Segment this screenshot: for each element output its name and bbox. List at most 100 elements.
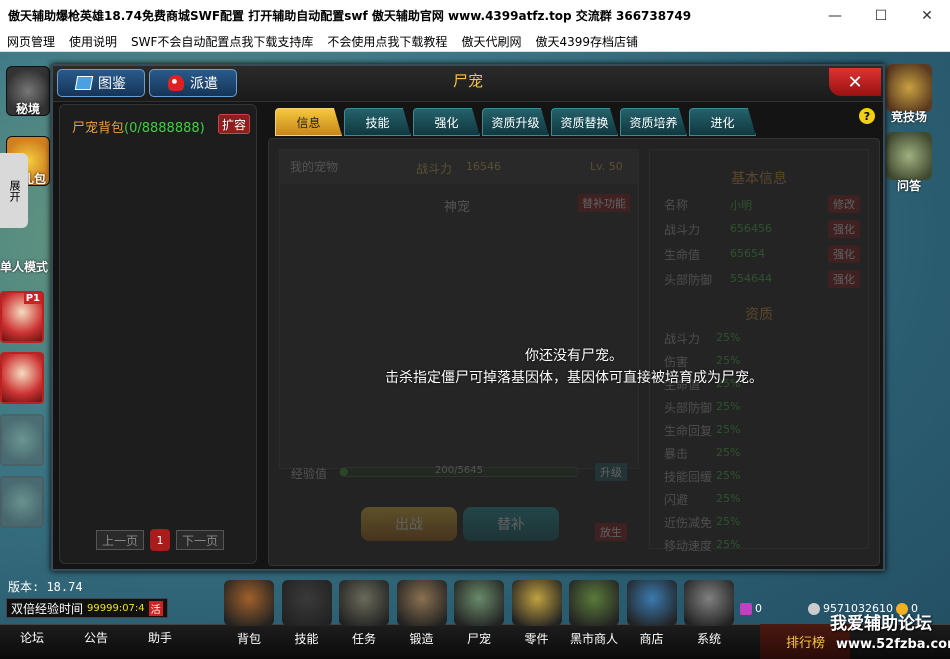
expand-side-button[interactable]: 展开 — [0, 153, 28, 228]
basic-info-action-button[interactable]: 强化 — [828, 270, 860, 288]
bottom-icon-label[interactable]: 技能 — [282, 630, 332, 647]
pet-name: 神宠 — [444, 200, 471, 215]
menu-item-page-manage[interactable]: 网页管理 — [0, 33, 62, 50]
window-controls: — ☐ ✕ — [812, 0, 950, 31]
tab-enhance[interactable]: 强化 — [413, 108, 480, 136]
expand-bag-button[interactable]: 扩容 — [218, 114, 250, 134]
basic-info-value: 656456 — [730, 222, 772, 235]
nav-announcement[interactable]: 公告 — [84, 629, 108, 646]
pet-bag-pager: 上一页 1 下一页 — [96, 529, 224, 551]
zombie-pet-dialog: 尸宠 图鉴 派遣 ✕ ? 尸宠背包(0/8888888) 扩容 上一页 1 下一… — [51, 64, 885, 571]
aptitude-label: 闪避 — [664, 493, 689, 507]
window-title: 傲天辅助爆枪英雄18.74免费商城SWF配置 打开辅助自动配置swf 傲天辅助官… — [8, 9, 692, 23]
menu-item-proxy-site[interactable]: 傲天代刷网 — [454, 33, 528, 50]
basic-info-value: 小明 — [730, 199, 752, 212]
bottom-icon-label[interactable]: 商店 — [627, 630, 677, 647]
dialog-close-button[interactable]: ✕ — [829, 68, 881, 96]
close-window-button[interactable]: ✕ — [904, 0, 950, 31]
power-value: 16546 — [466, 160, 501, 173]
locked-avatar-2[interactable] — [0, 476, 44, 528]
arena-icon[interactable] — [886, 64, 932, 112]
secret-realm-icon[interactable]: 秘境 — [6, 66, 50, 116]
power-label: 战斗力 — [416, 162, 453, 176]
qa-label[interactable]: 问答 — [882, 177, 936, 194]
basic-info-label: 生命值 — [664, 248, 701, 262]
bottom-icon-label[interactable]: 系统 — [684, 630, 734, 647]
tab-aptitude-replace[interactable]: 资质替换 — [551, 108, 618, 136]
bottom-icon-label[interactable]: 背包 — [224, 630, 274, 647]
empty-message-line1: 你还没有尸宠。 — [525, 348, 623, 364]
minimize-button[interactable]: — — [812, 0, 858, 31]
aptitude-label: 技能回缓 — [664, 470, 713, 484]
zombie-pet-icon[interactable] — [454, 580, 504, 626]
aptitude-value: 25% — [716, 331, 741, 344]
xp-bar-fill — [340, 468, 349, 476]
watermark-title: 我爱辅助论坛 — [830, 614, 932, 634]
menu-item-download-support[interactable]: SWF不会自动配置点我下载支持库 — [124, 33, 320, 50]
empty-pet-message: 你还没有尸宠。 击杀指定僵尸可掉落基因体，基因体可直接被培育成为尸宠。 — [269, 345, 879, 389]
maximize-button[interactable]: ☐ — [858, 0, 904, 31]
qa-zombie-icon[interactable] — [886, 132, 932, 180]
menu-item-save-shop[interactable]: 傲天4399存档店铺 — [528, 33, 645, 50]
bottom-icon-label[interactable]: 黑市商人 — [569, 630, 619, 647]
basic-info-action-button[interactable]: 强化 — [828, 245, 860, 263]
backpack-icon[interactable] — [224, 580, 274, 626]
pet-display-box: 我的宠物 战斗力 16546 Lv. 50 神宠 替补功能 — [279, 149, 639, 469]
aptitude-value: 25% — [716, 400, 741, 413]
pet-bag-count: (0/8888888) — [124, 121, 205, 136]
next-page-button[interactable]: 下一页 — [176, 530, 224, 550]
substitute-button[interactable]: 替补 — [463, 507, 559, 541]
aptitude-value: 25% — [716, 446, 741, 459]
upgrade-button[interactable]: 升级 — [595, 463, 627, 481]
tab-aptitude-train[interactable]: 资质培养 — [620, 108, 687, 136]
bottom-icon-label[interactable]: 尸宠 — [454, 630, 504, 647]
release-button[interactable]: 放生 — [595, 523, 627, 541]
page-number: 1 — [150, 529, 170, 551]
p1-badge: P1 — [23, 293, 42, 304]
arena-label[interactable]: 竞技场 — [882, 108, 936, 125]
help-icon[interactable]: ? — [859, 108, 875, 124]
nav-assistant[interactable]: 助手 — [148, 629, 172, 646]
shop-icon[interactable] — [626, 580, 677, 626]
basic-info-action-button[interactable]: 修改 — [828, 195, 860, 213]
hammer-icon[interactable] — [396, 580, 447, 626]
tab-skills[interactable]: 技能 — [344, 108, 411, 136]
player1-avatar[interactable]: P1 — [0, 291, 44, 343]
player2-avatar[interactable] — [0, 352, 44, 404]
tab-aptitude-upgrade[interactable]: 资质升级 — [482, 108, 549, 136]
fight-button[interactable]: 出战 — [361, 507, 457, 541]
bottom-icon-label[interactable]: 任务 — [339, 630, 389, 647]
tab-info[interactable]: 信息 — [275, 108, 342, 136]
gear-icon[interactable] — [684, 580, 734, 626]
basic-info-value: 554644 — [730, 272, 772, 285]
double-xp-value: 99999:07:4 — [87, 602, 145, 614]
aptitude-title: 资质 — [745, 307, 773, 323]
bullets-icon[interactable] — [511, 580, 562, 626]
single-mode-label[interactable]: 单人模式 — [0, 258, 48, 275]
prev-page-button[interactable]: 上一页 — [96, 530, 144, 550]
basic-info-title: 基本信息 — [731, 171, 787, 187]
basic-info-action-button[interactable]: 强化 — [828, 220, 860, 238]
menu-bar: 网页管理 使用说明 SWF不会自动配置点我下载支持库 不会使用点我下载教程 傲天… — [0, 31, 950, 52]
menu-item-download-tutorial[interactable]: 不会使用点我下载教程 — [320, 33, 454, 50]
nav-forum[interactable]: 论坛 — [20, 629, 44, 646]
pet-tabs: 信息 技能 强化 资质升级 资质替换 资质培养 进化 — [275, 108, 756, 136]
menu-item-instructions[interactable]: 使用说明 — [62, 33, 124, 50]
tab-evolve[interactable]: 进化 — [689, 108, 756, 136]
atlas-button[interactable]: 图鉴 — [57, 69, 145, 97]
dispatch-button[interactable]: 派遣 — [149, 69, 237, 97]
skill-icon[interactable] — [281, 580, 332, 626]
scroll-icon[interactable] — [339, 580, 389, 626]
atlas-label: 图鉴 — [98, 76, 126, 92]
bottom-icon-label[interactable]: 锻造 — [397, 630, 447, 647]
merchant-icon[interactable] — [569, 580, 619, 626]
bottom-icon-label[interactable]: 零件 — [512, 630, 562, 647]
swap-function-button[interactable]: 替补功能 — [578, 194, 630, 212]
pet-bag-title: 尸宠背包(0/8888888) — [72, 117, 205, 136]
locked-avatar-1[interactable] — [0, 414, 44, 466]
silver-coin-icon — [808, 602, 820, 615]
aptitude-label: 头部防御 — [664, 401, 713, 415]
aptitude-value: 25% — [716, 469, 741, 482]
pet-bag-title-text: 尸宠背包 — [72, 121, 125, 136]
pet-bag-panel: 尸宠背包(0/8888888) 扩容 上一页 1 下一页 — [59, 104, 257, 564]
